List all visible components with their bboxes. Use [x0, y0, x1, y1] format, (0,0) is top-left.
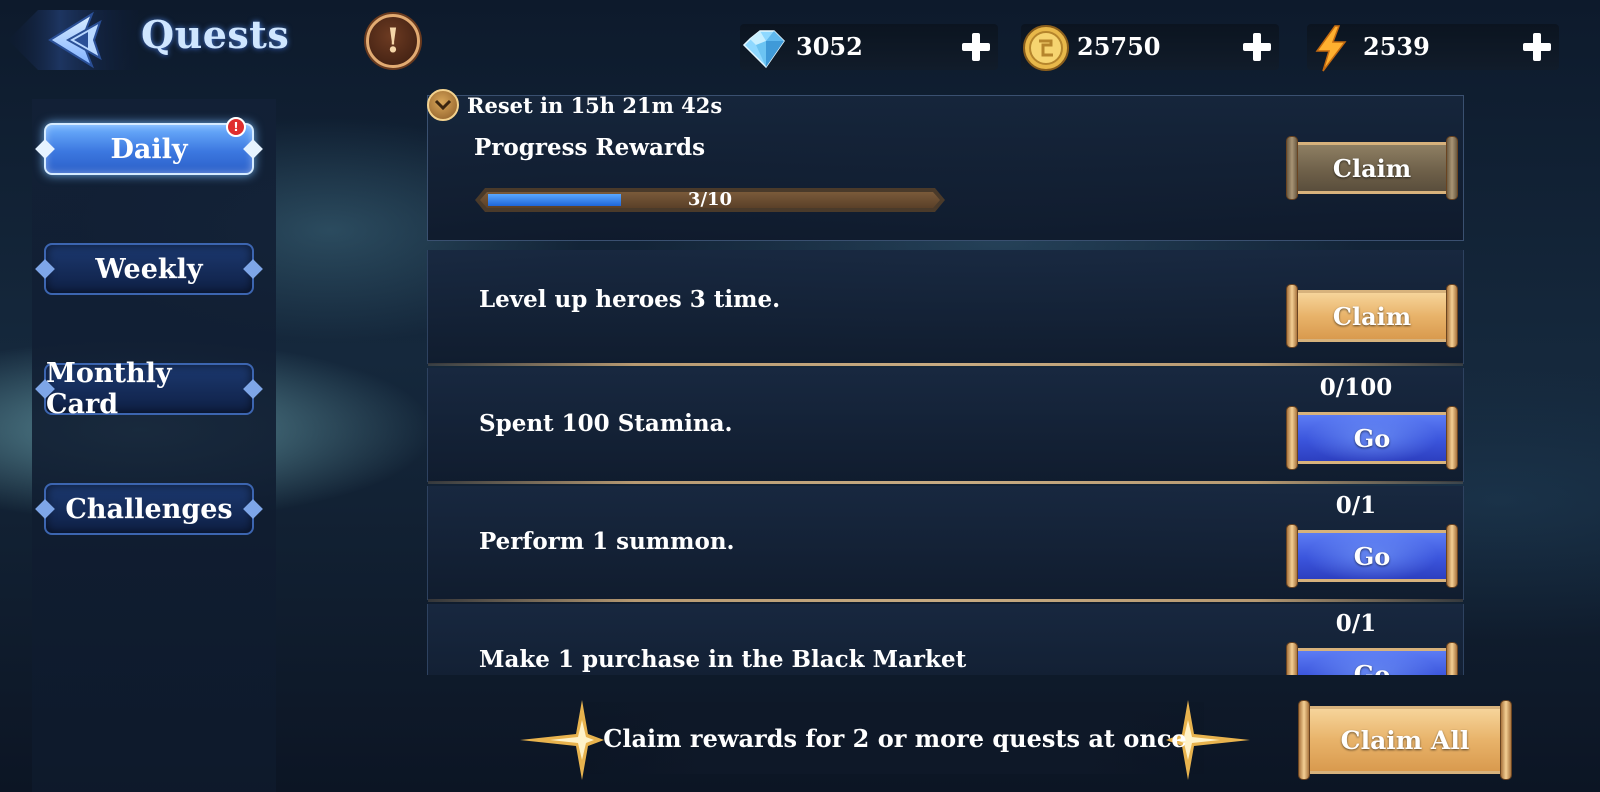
gold-resource: 25750 — [1021, 24, 1279, 71]
tab-daily-label: Daily — [110, 133, 188, 165]
tab-weekly[interactable]: Weekly — [44, 243, 254, 295]
gold-coin-icon — [1023, 25, 1069, 71]
back-button[interactable] — [8, 6, 138, 74]
claim-all-label: Claim All — [1340, 725, 1470, 755]
footer-hint-text: Claim rewards for 2 or more quests at on… — [603, 724, 1187, 753]
sidebar: Daily ! Weekly Monthly Card Challenges — [32, 99, 276, 792]
quest-list[interactable]: Progress Rewards 3/10 Claim Reset in 15h… — [427, 80, 1464, 675]
tab-weekly-label: Weekly — [95, 253, 203, 285]
tab-challenges[interactable]: Challenges — [44, 483, 254, 535]
quest-title: Level up heroes 3 time. — [479, 286, 781, 313]
add-diamonds-button[interactable] — [960, 31, 992, 63]
back-arrow-icon — [8, 10, 138, 70]
lightning-icon — [1315, 25, 1347, 72]
quest-go-button[interactable]: Go — [1284, 406, 1460, 470]
quest-go-label: Go — [1353, 423, 1391, 453]
quest-title: Make 1 purchase in the Black Market — [479, 646, 967, 673]
progress-bar: 3/10 — [475, 188, 945, 212]
reset-timer: Reset in 15h 21m 42s — [427, 88, 722, 122]
quest-progress-count: 0/1 — [1335, 492, 1377, 519]
progress-bar-text: 3/10 — [687, 189, 733, 210]
page-title: Quests — [141, 12, 290, 57]
claim-all-button[interactable]: Claim All — [1296, 700, 1514, 780]
quest-progress-count: 0/1 — [1335, 610, 1377, 637]
gold-count: 25750 — [1077, 32, 1161, 61]
info-button[interactable]: ! — [366, 14, 420, 68]
quest-row: Level up heroes 3 time. Claim — [427, 250, 1464, 366]
progress-claim-label: Claim — [1332, 153, 1412, 183]
quest-row: 0/100 Spent 100 Stamina. Go — [427, 368, 1464, 484]
diamond-icon — [742, 30, 785, 69]
tab-challenges-label: Challenges — [65, 493, 233, 525]
quest-go-button[interactable]: Go — [1284, 642, 1460, 675]
diamond-count: 3052 — [796, 32, 863, 61]
quest-row: 0/1 Perform 1 summon. Go — [427, 486, 1464, 602]
reset-timer-text: Reset in 15h 21m 42s — [467, 92, 723, 118]
tab-monthly-card-label: Monthly Card — [46, 358, 172, 420]
quest-title: Spent 100 Stamina. — [479, 410, 733, 437]
quest-go-button[interactable]: Go — [1284, 524, 1460, 588]
quest-row: 0/1 Make 1 purchase in the Black Market … — [427, 604, 1464, 675]
add-gold-button[interactable] — [1241, 31, 1273, 63]
quest-go-label: Go — [1353, 541, 1391, 571]
diamond-resource: 3052 — [740, 24, 998, 70]
tab-daily[interactable]: Daily ! — [44, 117, 254, 175]
quest-claim-label: Claim — [1332, 301, 1412, 331]
tab-monthly-card[interactable]: Monthly Card — [44, 358, 254, 420]
progress-claim-button[interactable]: Claim — [1284, 136, 1460, 200]
stamina-count: 2539 — [1363, 32, 1430, 61]
quest-title: Perform 1 summon. — [479, 528, 735, 555]
quest-progress-count: 0/100 — [1319, 374, 1393, 401]
stamina-resource: 2539 — [1307, 24, 1559, 72]
progress-rewards-title: Progress Rewards — [474, 134, 706, 161]
add-stamina-button[interactable] — [1521, 31, 1553, 63]
quest-claim-button[interactable]: Claim — [1284, 284, 1460, 348]
quest-go-label: Go — [1353, 659, 1391, 676]
notification-badge: ! — [226, 117, 246, 137]
timer-icon — [427, 89, 459, 121]
